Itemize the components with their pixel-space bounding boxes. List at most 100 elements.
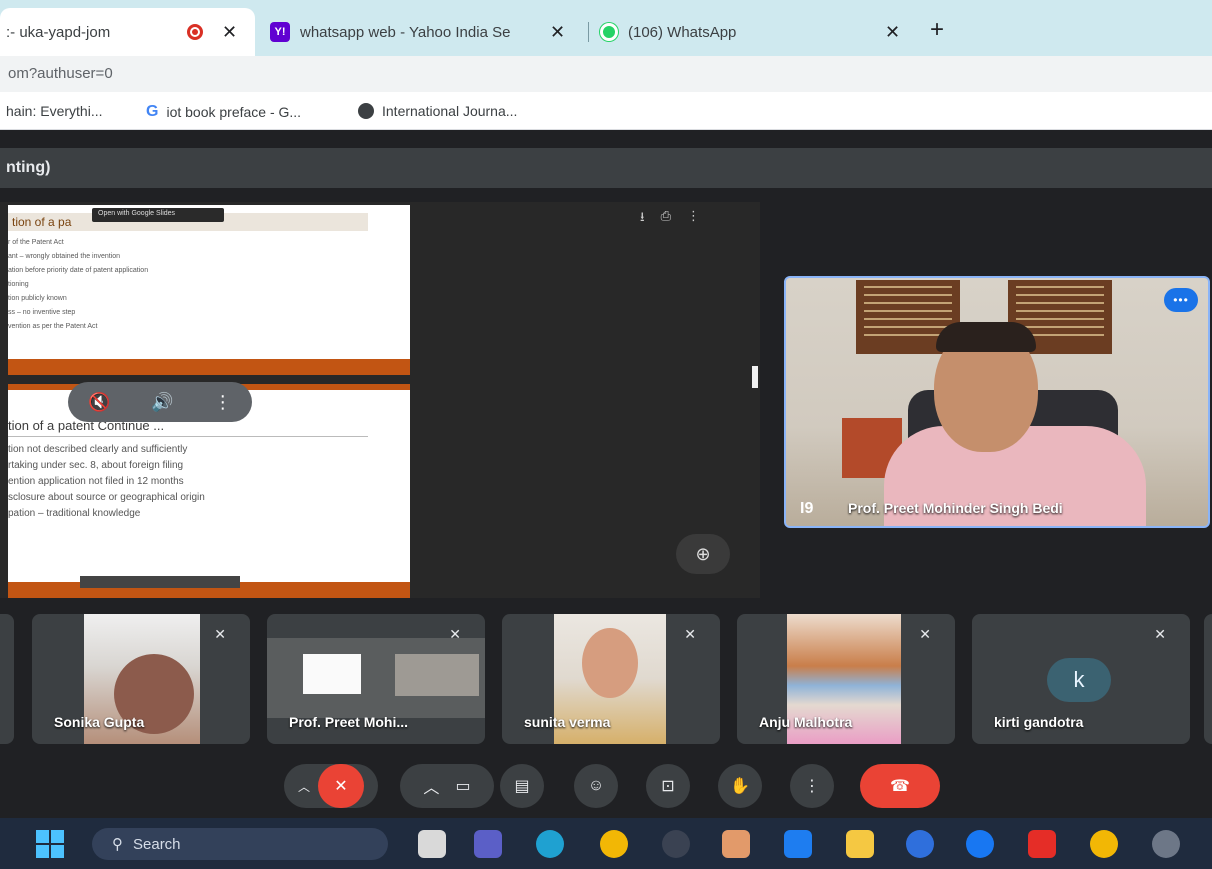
participant-name: sunita verma [524, 714, 611, 730]
tab-meet[interactable]: :- uka-yapd-jom ✕ [0, 8, 255, 56]
camera-button[interactable]: ▭ [455, 776, 470, 796]
leave-call-button[interactable]: ☎ [860, 764, 940, 808]
captions-button[interactable]: ▤ [500, 764, 544, 808]
slide-line: vention as per the Patent Act [8, 323, 98, 330]
mic-off-icon: ✕ [919, 626, 931, 642]
participant-tile-partial[interactable] [1204, 614, 1212, 744]
yahoo-icon: Y! [270, 22, 290, 42]
windows-start-icon[interactable] [36, 830, 64, 858]
participant-tile[interactable]: ✕ Sonika Gupta [32, 614, 250, 744]
close-tab-icon[interactable]: ✕ [885, 22, 900, 43]
tab-divider [588, 22, 589, 42]
volume-icon[interactable]: 🔊 [151, 392, 173, 413]
page-controls[interactable] [80, 576, 240, 588]
zoom-in-icon: ⊕ [695, 543, 711, 564]
scrollbar-thumb[interactable] [752, 366, 758, 388]
slide-line: ation before priority date of patent app… [8, 267, 149, 274]
tab-whatsapp[interactable]: (106) WhatsApp ✕ [600, 8, 920, 56]
mic-off-icon: ✕ [1154, 626, 1166, 642]
chrome-icon[interactable] [1090, 830, 1118, 858]
teams-icon[interactable] [474, 830, 502, 858]
tab-title: whatsapp web - Yahoo India Se [300, 23, 511, 41]
address-bar[interactable]: om?authuser=0 [0, 56, 1212, 92]
chevron-up-icon[interactable]: ︿ [298, 778, 310, 795]
participant-tile-partial[interactable] [0, 614, 14, 744]
meeting-title: nting) [6, 159, 51, 176]
close-tab-icon[interactable]: ✕ [222, 22, 237, 43]
raise-hand-button[interactable]: ✋ [718, 764, 762, 808]
slide-page-1: tion of a pa r of the Patent Act ant – w… [8, 205, 410, 375]
file-explorer-icon[interactable] [418, 830, 446, 858]
chevron-up-icon[interactable]: ︿ [423, 774, 439, 798]
new-tab-button[interactable]: + [930, 16, 944, 44]
speaking-indicator-icon: ••• [1164, 288, 1198, 312]
zoom-icon[interactable] [784, 830, 812, 858]
participant-name: Prof. Preet Mohi... [289, 714, 409, 730]
slide-rule [8, 436, 368, 437]
participant-name: kirti gandotra [994, 714, 1084, 730]
app-icon[interactable] [1152, 830, 1180, 858]
edge-icon[interactable] [536, 830, 564, 858]
speaker-name: Prof. Preet Mohinder Singh Bedi [848, 500, 1063, 516]
meeting-header: nting) [0, 148, 1212, 188]
camera-control-group: ︿ ▭ [400, 764, 494, 808]
windows-taskbar: ⚲ Search [0, 818, 1212, 869]
url-text[interactable]: om?authuser=0 [8, 65, 113, 82]
youtube-icon[interactable] [1028, 830, 1056, 858]
zoom-button[interactable]: ⊕ [676, 534, 730, 574]
slide-line: ant – wrongly obtained the invention [8, 253, 121, 260]
folder-icon[interactable] [846, 830, 874, 858]
chrome-icon[interactable] [600, 830, 628, 858]
captions-icon: ▤ [514, 778, 530, 795]
mic-off-button[interactable]: ✕ [318, 764, 364, 808]
participant-tile[interactable]: k ✕ kirti gandotra [972, 614, 1190, 744]
app-icon[interactable] [662, 830, 690, 858]
google-icon: G [146, 103, 159, 120]
app-icon[interactable] [722, 830, 750, 858]
slide-footer-bar [8, 359, 410, 375]
bookmarks-bar: hain: Everythi... G iot book preface - G… [0, 92, 1212, 130]
video-element [395, 654, 479, 696]
participant-tile[interactable]: ✕ sunita verma [502, 614, 720, 744]
hand-icon: ✋ [730, 778, 750, 795]
active-speaker-tile[interactable]: ••• I9 Prof. Preet Mohinder Singh Bedi [784, 276, 1210, 528]
window-gap [0, 130, 1212, 148]
screen-share-off-icon: ✕ [449, 626, 461, 642]
download-icon[interactable]: ⭳ [640, 208, 645, 230]
browser-tab-strip: :- uka-yapd-jom ✕ Y! whatsapp web - Yaho… [0, 0, 1212, 56]
slide-line: sclosure about source or geographical or… [8, 492, 205, 503]
participant-tile[interactable]: ✕ Anju Malhotra [737, 614, 955, 744]
more-options-button[interactable]: ⋮ [790, 764, 834, 808]
more-vert-icon[interactable]: ⋮ [214, 392, 232, 413]
slide-line: rtaking under sec. 8, about foreign fili… [8, 460, 184, 471]
facebook-icon[interactable] [966, 830, 994, 858]
taskbar-search[interactable]: ⚲ Search [92, 828, 388, 860]
present-icon: ⊡ [661, 778, 675, 795]
bookmark-item[interactable]: G iot book preface - G... [146, 103, 301, 121]
bookmark-item[interactable]: hain: Everythi... [6, 103, 103, 119]
globe-icon [358, 103, 374, 119]
video-element [936, 322, 1036, 352]
bookmark-item[interactable]: International Journa... [358, 103, 517, 119]
tab-yahoo-search[interactable]: Y! whatsapp web - Yahoo India Se ✕ [262, 8, 584, 56]
present-button[interactable]: ⊡ [646, 764, 690, 808]
mute-presentation-icon[interactable]: 🔇 [88, 392, 110, 413]
more-vert-icon[interactable]: ⋮ [687, 208, 700, 230]
print-icon[interactable]: ⎙ [661, 208, 671, 230]
app-icon[interactable] [906, 830, 934, 858]
participant-tile[interactable]: ✕ Prof. Preet Mohi... [267, 614, 485, 744]
slide-line: ss – no inventive step [8, 309, 76, 316]
search-placeholder: Search [133, 835, 181, 853]
slide-line: r of the Patent Act [8, 239, 64, 246]
video-element [303, 654, 361, 694]
mic-off-icon: ✕ [214, 626, 226, 642]
reactions-button[interactable]: ☺ [574, 764, 618, 808]
speaker-pin-label: I9 [800, 500, 814, 517]
slide-line: tion not described clearly and sufficien… [8, 444, 188, 455]
mic-control-group: ︿ ✕ [284, 764, 378, 808]
close-tab-icon[interactable]: ✕ [550, 22, 565, 43]
mic-off-icon: ✕ [684, 626, 696, 642]
avatar: k [1047, 658, 1111, 702]
slide-line: tion publicly known [8, 295, 67, 302]
open-with-google-slides-button[interactable]: Open with Google Slides [92, 208, 224, 222]
